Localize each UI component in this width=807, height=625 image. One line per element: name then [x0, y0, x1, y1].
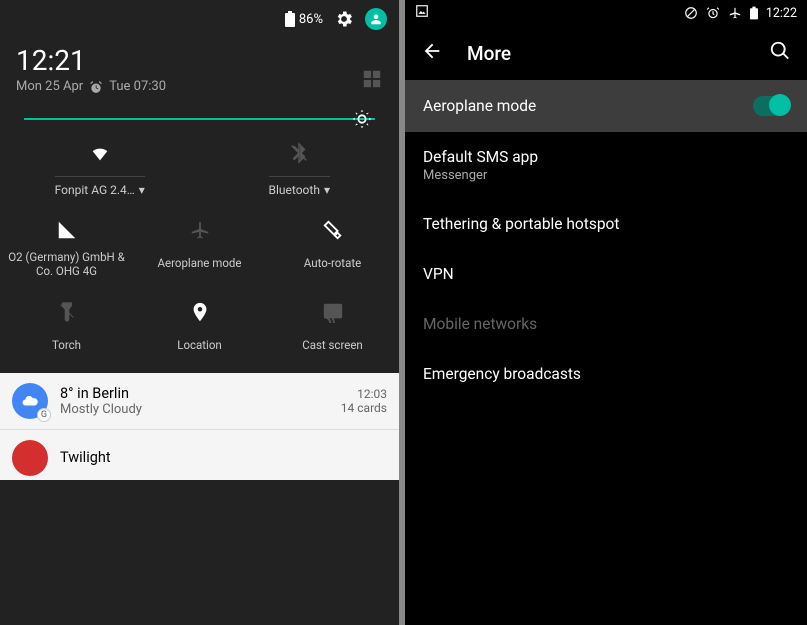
location-tile[interactable]: Location [133, 289, 266, 369]
back-icon[interactable] [421, 40, 443, 66]
notification-twilight[interactable]: Twilight [0, 430, 399, 480]
clock-time[interactable]: 12:21 [16, 44, 166, 77]
cast-icon [268, 295, 397, 329]
grid-icon[interactable] [361, 68, 383, 94]
battery-icon [750, 6, 758, 20]
battery-indicator: 86% [285, 11, 323, 27]
status-bar: 12:22 [405, 0, 807, 26]
notifications: G 8° in Berlin Mostly Cloudy 12:03 14 ca… [0, 373, 399, 480]
quick-toggles-top: Fonpit AG 2.4… ▾ Bluetooth ▾ [0, 130, 399, 207]
notification-weather[interactable]: G 8° in Berlin Mostly Cloudy 12:03 14 ca… [0, 373, 399, 430]
clock-area: 12:21 Mon 25 Apr Tue 07:30 [0, 38, 399, 104]
rotate-icon [268, 213, 397, 247]
page-title: More [467, 42, 511, 65]
quick-tiles-row-2: Torch Location Cast screen [0, 289, 399, 369]
settings-gear-icon[interactable] [333, 8, 355, 30]
signal-icon [2, 213, 131, 247]
torch-icon [2, 295, 131, 329]
wifi-icon [89, 136, 111, 170]
setting-tethering[interactable]: Tethering & portable hotspot [405, 199, 807, 249]
google-badge-icon: G [37, 408, 51, 422]
wifi-tile[interactable]: Fonpit AG 2.4… ▾ [0, 130, 200, 207]
cast-tile[interactable]: Cast screen [266, 289, 399, 369]
alarm-icon [89, 80, 103, 94]
setting-aeroplane-mode[interactable]: Aeroplane mode [405, 80, 807, 132]
setting-default-sms[interactable]: Default SMS app Messenger [405, 132, 807, 199]
twilight-icon [12, 440, 48, 476]
search-icon[interactable] [769, 40, 791, 66]
brightness-slider[interactable] [0, 104, 399, 130]
phone-settings-more: 12:22 More Aeroplane mode Default SMS ap… [405, 0, 807, 625]
no-sim-icon [684, 6, 698, 20]
brightness-thumb-icon[interactable] [347, 104, 377, 134]
bluetooth-tile[interactable]: Bluetooth ▾ [200, 130, 400, 207]
quick-tiles-row-1: O2 (Germany) GmbH & Co. OHG 4G Aeroplane… [0, 207, 399, 289]
airplane-tile[interactable]: Aeroplane mode [133, 207, 266, 289]
profile-icon[interactable] [365, 8, 387, 30]
chevron-down-icon: ▾ [139, 183, 145, 197]
status-bar: 86% [0, 0, 399, 38]
cellular-tile[interactable]: O2 (Germany) GmbH & Co. OHG 4G [0, 207, 133, 289]
date-row[interactable]: Mon 25 Apr Tue 07:30 [16, 79, 166, 94]
chevron-down-icon: ▾ [324, 183, 330, 197]
clock-time: 12:22 [766, 6, 797, 21]
phone-quick-settings: 86% 12:21 Mon 25 Apr Tue 07:30 [0, 0, 399, 625]
toggle-switch[interactable] [753, 96, 789, 116]
torch-tile[interactable]: Torch [0, 289, 133, 369]
setting-vpn[interactable]: VPN [405, 249, 807, 299]
airplane-icon [728, 6, 742, 20]
location-icon [135, 295, 264, 329]
setting-mobile-networks: Mobile networks [405, 299, 807, 349]
bluetooth-icon [288, 136, 310, 170]
airplane-icon [135, 213, 264, 247]
weather-icon: G [12, 383, 48, 419]
picture-icon [415, 4, 429, 22]
alarm-icon [706, 6, 720, 20]
app-bar: More [405, 26, 807, 80]
rotate-tile[interactable]: Auto-rotate [266, 207, 399, 289]
setting-emergency-broadcasts[interactable]: Emergency broadcasts [405, 349, 807, 399]
